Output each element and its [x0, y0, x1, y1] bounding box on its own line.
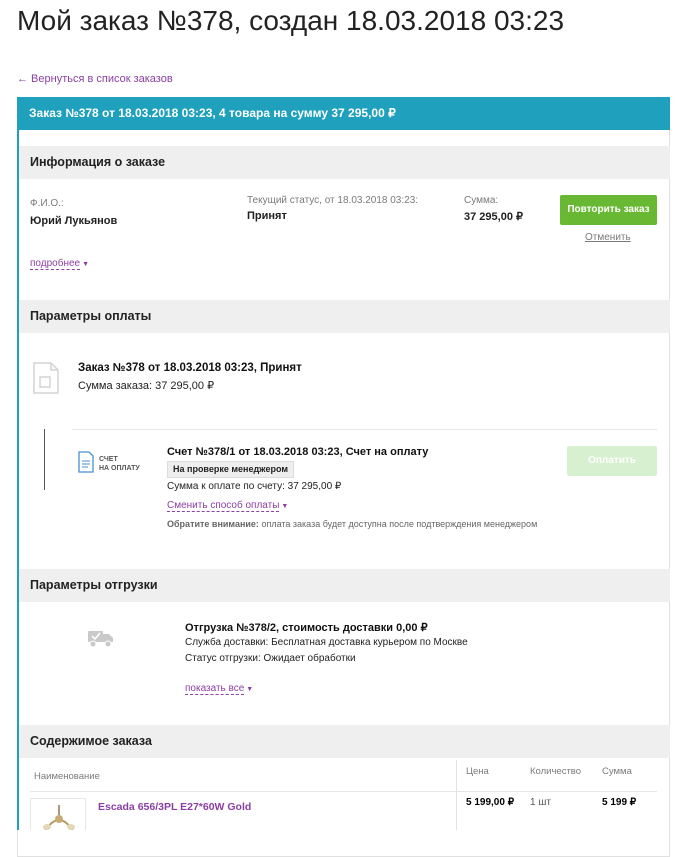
shipment-params-heading: Параметры отгрузки: [19, 569, 670, 602]
sum-label: Сумма:: [464, 195, 499, 206]
invoice-icon-caption-line1: СЧЕТ: [99, 456, 118, 463]
change-payment-method-label: Сменить способ оплаты: [167, 500, 280, 512]
invoice-icon-caption: СЧЕТ НА ОПЛАТУ: [99, 455, 140, 473]
invoice-divider: [72, 429, 657, 430]
change-payment-method-toggle[interactable]: Сменить способ оплаты ▼: [167, 495, 288, 513]
product-qty: 1 шт: [530, 797, 551, 808]
truck-icon: [88, 628, 114, 653]
repeat-order-button[interactable]: Повторить заказ: [560, 195, 657, 225]
page-title: Мой заказ №378, создан 18.03.2018 03:23: [17, 5, 565, 36]
show-all-label: показать все: [185, 683, 245, 695]
back-to-orders-link[interactable]: ← Вернуться в список заказов: [17, 73, 173, 85]
invoice-icon: [78, 451, 94, 478]
col-sum-header: Сумма: [602, 766, 632, 777]
product-thumbnail[interactable]: [30, 798, 86, 830]
chevron-down-icon: ▼: [246, 686, 254, 693]
more-details-toggle[interactable]: подробнее ▼: [30, 253, 89, 271]
fio-label: Ф.И.О.:: [30, 198, 64, 209]
show-all-toggle[interactable]: показать все ▼: [185, 678, 253, 696]
invoice-sum: Сумма к оплате по счету: 37 295,00 ₽: [167, 481, 342, 492]
chevron-down-icon: ▼: [281, 503, 289, 510]
payment-note-text: оплата заказа будет доступна после подтв…: [258, 519, 538, 529]
shipment-status: Статус отгрузки: Ожидает обработки: [185, 653, 356, 664]
document-icon: [33, 362, 59, 399]
invoice-status-badge: На проверке менеджером: [167, 461, 294, 478]
shipment-title: Отгрузка №378/2, стоимость доставки 0,00…: [185, 622, 428, 634]
fio-value: Юрий Лукьянов: [30, 215, 118, 227]
more-details-label: подробнее: [30, 258, 81, 270]
status-value: Принят: [247, 210, 287, 222]
col-price-header: Цена: [466, 766, 489, 777]
chevron-down-icon: ▼: [82, 261, 90, 268]
invoice-title: Счет №378/1 от 18.03.2018 03:23, Счет на…: [167, 446, 429, 458]
pay-button[interactable]: Оплатить: [567, 446, 657, 476]
card-accent-border: [17, 97, 19, 830]
table-header-divider: [30, 791, 657, 792]
payment-note-bold: Обратите внимание:: [167, 519, 259, 529]
payment-order-line: Заказ №378 от 18.03.2018 03:23, Принят: [78, 362, 302, 374]
product-sum: 5 199 ₽: [602, 797, 637, 808]
product-price: 5 199,00 ₽: [466, 797, 515, 808]
order-summary-bar: Заказ №378 от 18.03.2018 03:23, 4 товара…: [17, 97, 670, 130]
col-name-header: Наименование: [34, 771, 100, 782]
shipment-service: Служба доставки: Бесплатная доставка кур…: [185, 637, 468, 648]
payment-note: Обратите внимание: оплата заказа будет д…: [167, 519, 537, 529]
cancel-order-link[interactable]: Отменить: [585, 232, 631, 243]
order-contents-heading: Содержимое заказа: [19, 725, 670, 758]
invoice-icon-caption-line2: НА ОПЛАТУ: [99, 465, 140, 472]
status-label: Текущий статус, от 18.03.2018 03:23:: [247, 195, 419, 206]
col-qty-header: Количество: [530, 766, 582, 777]
order-info-heading: Информация о заказе: [19, 146, 670, 179]
product-name-link[interactable]: Escada 656/3PL E27*60W Gold: [98, 801, 251, 813]
col-divider: [456, 760, 457, 830]
sum-value: 37 295,00 ₽: [464, 211, 523, 223]
payment-params-heading: Параметры оплаты: [19, 300, 670, 333]
payment-order-sum: Сумма заказа: 37 295,00 ₽: [78, 380, 215, 392]
payment-tree-line: [44, 429, 45, 490]
